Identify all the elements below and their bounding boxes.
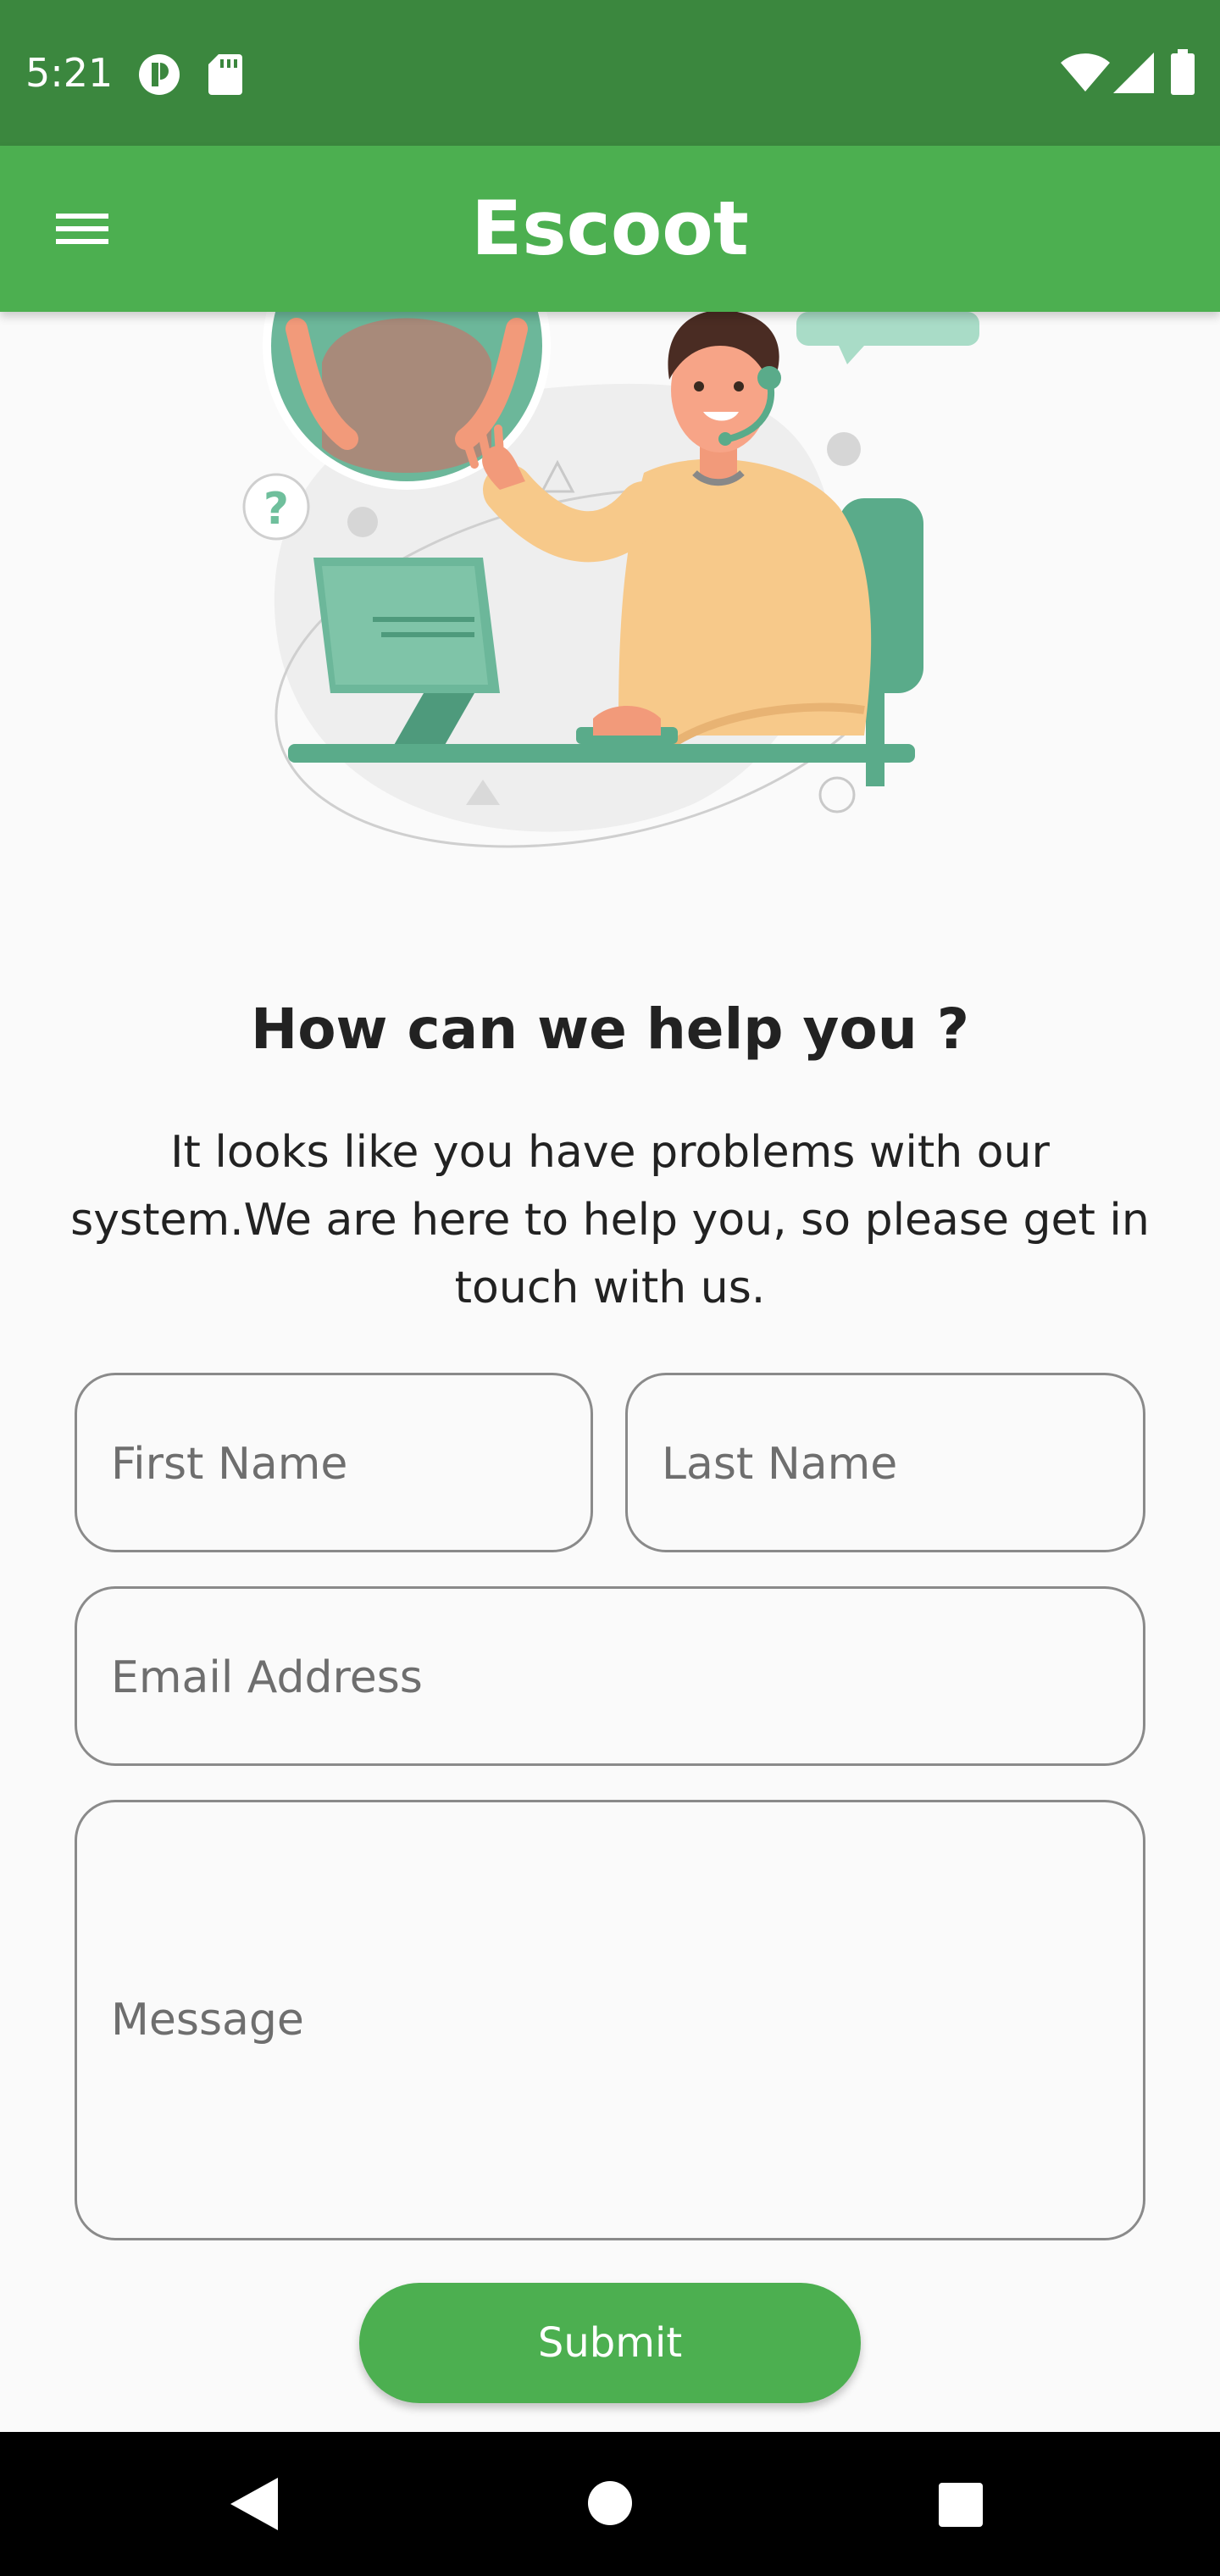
battery-icon [1171, 49, 1195, 95]
app-title: Escoot [471, 185, 749, 272]
page-heading: How can we help you ? [250, 997, 970, 1062]
message-field[interactable]: Message [75, 1800, 1145, 2240]
hamburger-menu-icon [56, 214, 108, 244]
wifi-icon [1061, 53, 1110, 92]
signal-icon [1113, 53, 1154, 93]
message-placeholder: Message [111, 1995, 304, 2046]
email-field[interactable]: Email Address [75, 1586, 1145, 1766]
recents-icon[interactable] [939, 2483, 983, 2527]
page-description: It looks like you have problems with our… [70, 1127, 1150, 1313]
home-icon[interactable] [588, 2481, 632, 2525]
submit-button[interactable]: Submit [359, 2283, 861, 2403]
status-bar: 5:21 [0, 0, 1220, 146]
back-icon[interactable] [230, 2478, 278, 2530]
menu-button[interactable] [34, 188, 115, 269]
screen: 5:21 Escoot ? How can we help you ? It l… [0, 0, 1220, 2576]
status-time: 5:21 [25, 50, 114, 96]
first-name-placeholder: First Name [111, 1439, 348, 1490]
first-name-field[interactable]: First Name [75, 1373, 593, 1552]
email-placeholder: Email Address [111, 1652, 423, 1703]
app-bar: Escoot [0, 146, 1220, 312]
svg-text:?: ? [263, 484, 289, 535]
sd-card-icon [208, 54, 242, 95]
app-notification-icon [139, 54, 180, 95]
support-illustration: ? [242, 312, 979, 848]
last-name-field[interactable]: Last Name [625, 1373, 1145, 1552]
last-name-placeholder: Last Name [662, 1439, 898, 1490]
navigation-bar [0, 2432, 1220, 2576]
